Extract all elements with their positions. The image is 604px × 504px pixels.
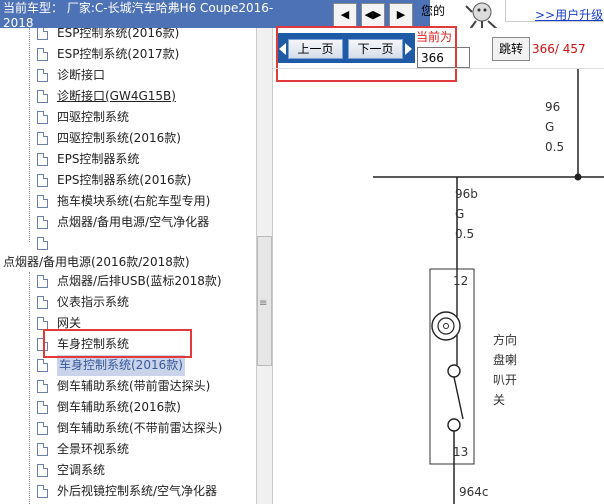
tree-item[interactable]: 四驱控制系统(2016款): [0, 128, 256, 149]
tree-item-label: 全景环视系统: [57, 442, 130, 456]
tree-item-label: 外后视镜控制系统/空气净化器: [57, 484, 218, 498]
jump-button[interactable]: 跳转: [492, 37, 530, 61]
wiring-diagram-svg: [373, 69, 604, 504]
document-icon: [37, 443, 48, 456]
tree-item-label: EPS控制器系统: [57, 152, 140, 166]
wire-top-size: 0.5: [545, 140, 565, 154]
document-icon: [37, 90, 48, 103]
horn-coil-outer: [431, 311, 461, 341]
document-icon: [37, 216, 48, 229]
tree-item[interactable]: ESP控制系统(2017款): [0, 44, 256, 65]
document-icon: [37, 153, 48, 166]
tree-item[interactable]: EPS控制器系统(2016款): [0, 170, 256, 191]
page-count-text: 366/ 457: [532, 42, 586, 56]
pin-top-number: 12: [453, 274, 469, 288]
nav-first-button[interactable]: ◀: [333, 3, 357, 27]
tree-item-label: 四驱控制系统(2016款): [57, 131, 181, 145]
document-icon: [37, 464, 48, 477]
tree-item-label: 拖车模块系统(右舵车型专用): [57, 194, 211, 208]
tree-folder[interactable]: 点烟器/备用电源(2016款/2018款): [3, 252, 190, 273]
tree-item-label: 倒车辅助系统(带前雷达探头): [57, 379, 211, 393]
panel-scrollbar[interactable]: ≡: [256, 28, 273, 504]
tree-item-label: 诊断接口(GW4G15B): [57, 89, 176, 103]
tree-item[interactable]: 全景环视系统: [0, 439, 256, 460]
tree-item[interactable]: 诊断接口: [0, 65, 256, 86]
junction-dot: [574, 173, 582, 181]
document-icon: [37, 275, 48, 288]
nav-both-button[interactable]: ◀▶: [361, 3, 385, 27]
pin-bottom-number: 13: [453, 445, 469, 459]
wire-top-number: 96: [545, 100, 561, 114]
tree-item[interactable]: 倒车辅助系统(带前雷达探头): [0, 376, 256, 397]
document-icon: [37, 111, 48, 124]
annotation-highlight-box: [43, 329, 192, 358]
tree-item-label: 点烟器/后排USB(蓝标2018款): [57, 274, 222, 288]
tree-item-label: 四驱控制系统: [57, 110, 130, 124]
top-bar: 当前车型： 厂家:C-长城汽车哈弗H6 Coupe2016- 2018 ◀ ◀▶…: [0, 0, 604, 33]
tree-item[interactable]: [0, 233, 256, 254]
wire-mid-size: 0.5: [455, 227, 475, 241]
component-label-line: 盘喇: [493, 353, 518, 367]
document-icon: [37, 380, 48, 393]
tree-item-label: 诊断接口: [57, 68, 106, 82]
diagram-viewer: 上一页 下一页 当前为 跳转 366/ 457: [273, 26, 604, 504]
wire-mid-number: 96b: [455, 187, 478, 201]
pager-toolbar: 上一页 下一页 当前为 跳转 366/ 457: [273, 26, 604, 82]
tree-item-label: EPS控制器系统(2016款): [57, 173, 192, 187]
tree-item[interactable]: 点烟器/备用电源/空气净化器: [0, 212, 256, 233]
document-icon: [37, 401, 48, 414]
wire-mid-color: G: [455, 207, 465, 221]
tree-item[interactable]: 空调系统: [0, 460, 256, 481]
document-icon: [37, 132, 48, 145]
document-icon: [37, 237, 48, 250]
user-upgrade-link[interactable]: >>用户升级: [535, 6, 603, 23]
tree-item-label: ESP控制系统(2017款): [57, 47, 180, 61]
contact-bottom: [447, 418, 461, 432]
switch-arm: [453, 376, 464, 420]
tree-item[interactable]: 诊断接口(GW4G15B): [0, 86, 256, 107]
wiring-diagram: 96 G 0.5 96b G 0.5 12 13 方向 盘喇 叭开 关 964c: [273, 69, 604, 504]
document-icon: [37, 69, 48, 82]
document-icon: [37, 174, 48, 187]
nav-last-button[interactable]: ▶: [389, 3, 413, 27]
tree-item[interactable]: 四驱控制系统: [0, 107, 256, 128]
tree-item[interactable]: 倒车辅助系统(2016款): [0, 397, 256, 418]
document-icon: [37, 48, 48, 61]
tree-item-label: 倒车辅助系统(不带前雷达探头): [57, 421, 223, 435]
tree-item[interactable]: 拖车模块系统(右舵车型专用): [0, 191, 256, 212]
tree-item-label: 倒车辅助系统(2016款): [57, 400, 181, 414]
tree-item-label: 空调系统: [57, 463, 106, 477]
horn-coil-center: [443, 323, 449, 329]
document-icon: [37, 485, 48, 498]
document-icon: [37, 296, 48, 309]
tree-item[interactable]: EPS控制器系统: [0, 149, 256, 170]
greeting-text: 您的: [421, 4, 446, 18]
wire-bottom-number: 964c: [459, 485, 489, 499]
splitter-grip-icon[interactable]: ≡: [259, 298, 267, 309]
tree-item-label: ESP控制系统(2016款): [57, 28, 180, 40]
tree-item-label: 车身控制系统(2016款): [57, 355, 185, 376]
horn-coil-inner: [437, 317, 455, 335]
tree-item[interactable]: 点烟器/后排USB(蓝标2018款): [0, 271, 256, 292]
tree-item-label: 点烟器/备用电源/空气净化器: [57, 215, 210, 229]
category-tree: ESP控制系统(2016款) ESP控制系统(2017款) 诊断接口 诊断接口(…: [0, 28, 256, 504]
component-label-line: 叭开: [493, 373, 518, 387]
tree-item-selected[interactable]: 车身控制系统(2016款): [0, 355, 256, 376]
tree-item-label: 仪表指示系统: [57, 295, 130, 309]
document-icon: [37, 28, 48, 40]
tree-item[interactable]: ESP控制系统(2016款): [0, 28, 256, 44]
document-icon: [37, 359, 48, 372]
tree-item[interactable]: 倒车辅助系统(不带前雷达探头): [0, 418, 256, 439]
document-icon: [37, 195, 48, 208]
tree-item[interactable]: 外后视镜控制系统/空气净化器: [0, 481, 256, 502]
wire-top-color: G: [545, 120, 555, 134]
component-label-line: 方向: [493, 333, 518, 347]
document-icon: [37, 422, 48, 435]
tree-item[interactable]: 仪表指示系统: [0, 292, 256, 313]
contact-top: [447, 364, 461, 378]
component-label-line: 关: [493, 393, 506, 407]
